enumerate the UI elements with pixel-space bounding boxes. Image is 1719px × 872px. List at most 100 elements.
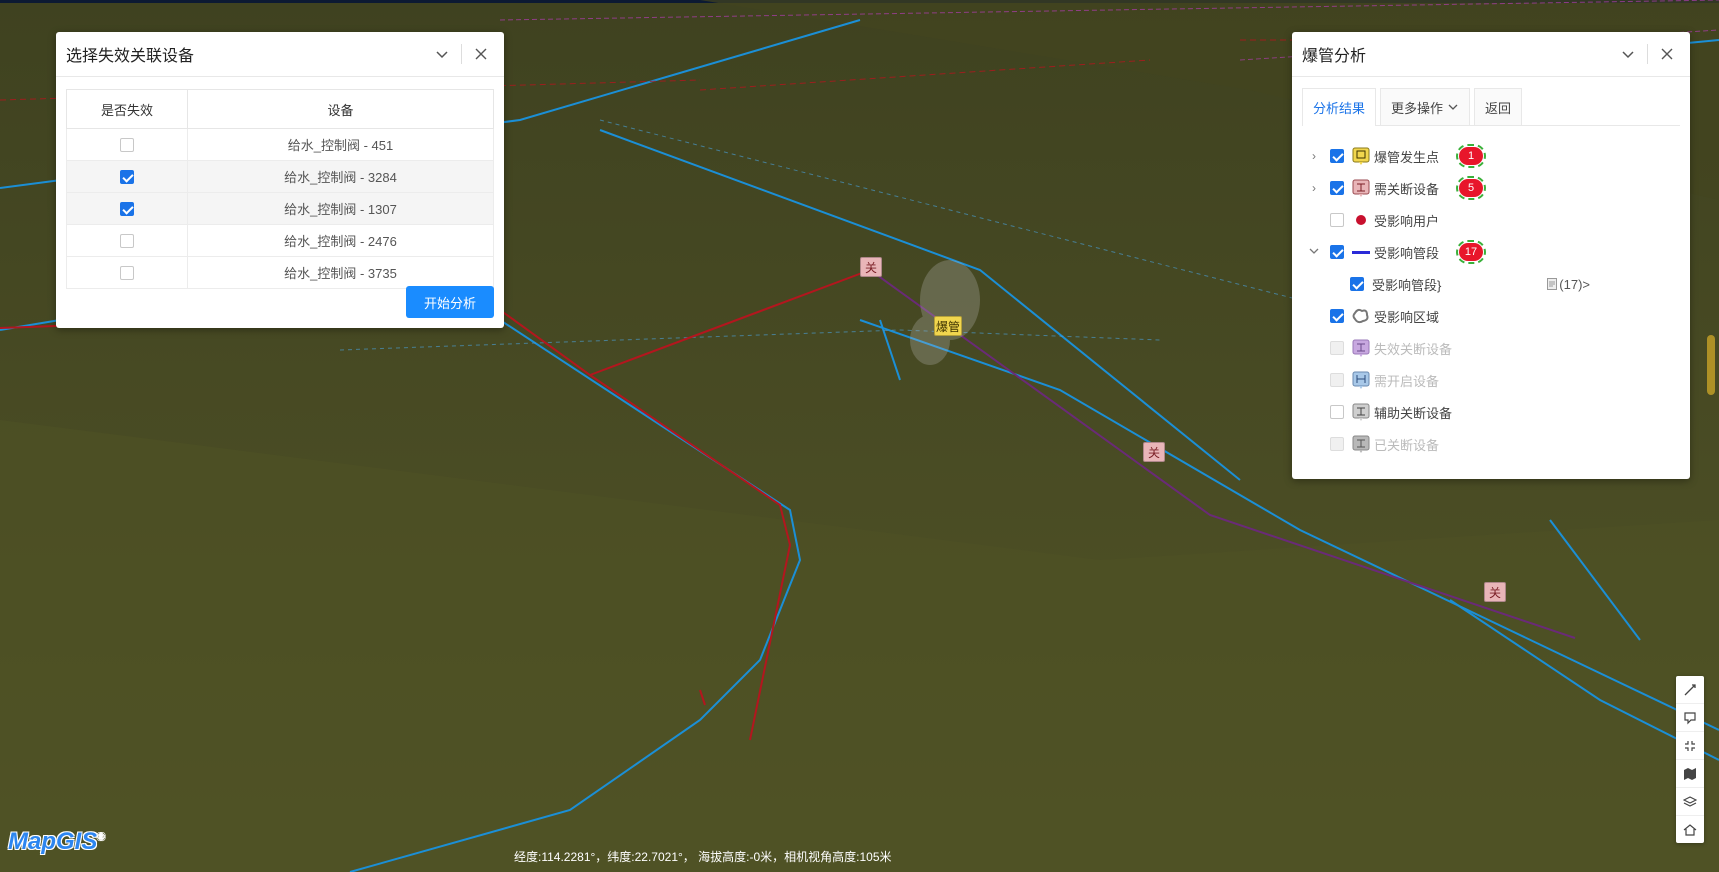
table-row: 给水_控制阀 - 3284: [66, 160, 494, 193]
open-valve-icon: [1352, 371, 1370, 389]
result-tree: › 爆管发生点 1 › 需关断设备 5 受影响用户 受影响管段 17 受影响管段…: [1292, 140, 1690, 460]
coordinate-status: 经度:114.2281°，纬度:22.7021°， 海拔高度:-0米，相机视角高…: [514, 850, 892, 864]
device-cell: 给水_控制阀 - 1307: [187, 192, 494, 225]
panel-header: 爆管分析: [1292, 32, 1690, 77]
sub-count-value: (17)>: [1559, 276, 1590, 292]
tree-item-close-devices[interactable]: › 需关断设备 5: [1292, 172, 1690, 204]
collapse-icon[interactable]: [429, 41, 455, 67]
expand-icon[interactable]: ›: [1304, 149, 1324, 163]
map-icon[interactable]: [1676, 760, 1704, 788]
close-icon[interactable]: [1654, 41, 1680, 67]
table-row: 给水_控制阀 - 451: [66, 128, 494, 161]
map-toolbar: [1676, 676, 1704, 843]
device-table: 是否失效 设备 给水_控制阀 - 451 给水_控制阀 - 3284 给水_控制…: [66, 89, 494, 289]
tab-more-actions[interactable]: 更多操作: [1380, 88, 1471, 125]
burst-marker[interactable]: 爆管: [934, 316, 962, 336]
failed-checkbox[interactable]: [120, 266, 134, 281]
expand-icon[interactable]: ›: [1304, 181, 1324, 195]
aux-valve-icon: [1352, 403, 1370, 421]
closed-valve-icon: [1352, 435, 1370, 453]
failed-checkbox[interactable]: [120, 170, 134, 185]
tree-item-affected-pipes[interactable]: 受影响管段 17: [1292, 236, 1690, 268]
layer-checkbox[interactable]: [1330, 405, 1344, 419]
tree-item-open-devices[interactable]: 需开启设备: [1292, 364, 1690, 396]
home-icon[interactable]: [1676, 816, 1704, 843]
tab-label: 更多操作: [1391, 100, 1444, 116]
col-device-header: 设备: [187, 89, 494, 129]
annotate-icon[interactable]: [1676, 704, 1704, 732]
device-cell: 给水_控制阀 - 3284: [187, 160, 494, 193]
table-row: 给水_控制阀 - 1307: [66, 192, 494, 225]
failed-checkbox[interactable]: [120, 138, 134, 153]
tab-analysis-result[interactable]: 分析结果: [1302, 88, 1377, 126]
burst-point-icon: [1352, 147, 1370, 165]
tree-item-label: 受影响区域: [1374, 309, 1440, 325]
tree-item-label: 已关断设备: [1374, 437, 1440, 453]
layer-checkbox[interactable]: [1330, 437, 1344, 451]
layer-checkbox[interactable]: [1350, 277, 1364, 291]
count-badge: 5: [1456, 176, 1487, 200]
layer-checkbox[interactable]: [1330, 373, 1344, 387]
device-cell: 给水_控制阀 - 451: [187, 128, 494, 161]
collapse-tree-icon[interactable]: [1304, 245, 1324, 259]
mapgis-logo: MapGIS®: [8, 828, 105, 856]
burst-analysis-panel: 爆管分析 分析结果 更多操作 返回 › 爆管发生点 1 › 需关断设备 5 受影…: [1292, 32, 1690, 479]
panel-title: 选择失效关联设备: [66, 48, 195, 65]
tree-item-label: 受影响用户: [1374, 213, 1440, 229]
logo-registered-mark: ®: [97, 832, 105, 843]
fullscreen-icon[interactable]: [1676, 732, 1704, 760]
user-dot-icon: [1352, 211, 1370, 229]
close-icon[interactable]: [468, 41, 494, 67]
tree-item-burst-point[interactable]: › 爆管发生点 1: [1292, 140, 1690, 172]
failed-valve-icon: [1352, 339, 1370, 357]
tree-item-failed-devices[interactable]: 失效关断设备: [1292, 332, 1690, 364]
tree-subitem-affected-pipes[interactable]: 受影响管段} (17)>: [1292, 268, 1690, 300]
tree-item-label: 失效关断设备: [1374, 341, 1453, 357]
tree-item-aux-devices[interactable]: 辅助关断设备: [1292, 396, 1690, 428]
tree-item-label: 需开启设备: [1374, 373, 1440, 389]
valve-marker[interactable]: 关: [860, 257, 882, 277]
layer-checkbox[interactable]: [1330, 341, 1344, 355]
chevron-down-icon: [1448, 104, 1458, 110]
select-failed-devices-panel: 选择失效关联设备 是否失效 设备 给水_控制阀 - 451 给水_控制阀 - 3…: [56, 32, 504, 328]
start-analysis-button[interactable]: 开始分析: [406, 286, 494, 318]
scroll-handle[interactable]: [1707, 335, 1715, 395]
layer-checkbox[interactable]: [1330, 149, 1344, 163]
table-row: 给水_控制阀 - 2476: [66, 224, 494, 257]
count-badge: 17: [1456, 240, 1487, 264]
tree-item-label: 辅助关断设备: [1374, 405, 1453, 421]
pipe-line-icon: [1352, 243, 1370, 261]
tab-back[interactable]: 返回: [1474, 88, 1523, 125]
layer-checkbox[interactable]: [1330, 309, 1344, 323]
layer-checkbox[interactable]: [1330, 245, 1344, 259]
area-icon: [1352, 307, 1370, 325]
header-divider: [1647, 44, 1648, 64]
tree-item-label: 爆管发生点: [1374, 149, 1440, 165]
document-icon: [1547, 278, 1558, 290]
device-cell: 给水_控制阀 - 3735: [187, 256, 494, 289]
tree-item-affected-area[interactable]: 受影响区域: [1292, 300, 1690, 332]
tree-item-label: 受影响管段}: [1372, 277, 1442, 293]
tree-item-closed-devices[interactable]: 已关断设备: [1292, 428, 1690, 460]
valve-close-icon: [1352, 179, 1370, 197]
tab-bar: 分析结果 更多操作 返回: [1302, 87, 1680, 126]
table-row: 给水_控制阀 - 3735: [66, 256, 494, 289]
failed-checkbox[interactable]: [120, 202, 134, 217]
layer-checkbox[interactable]: [1330, 181, 1344, 195]
measure-icon[interactable]: [1676, 676, 1704, 704]
tree-item-affected-users[interactable]: 受影响用户: [1292, 204, 1690, 236]
valve-marker[interactable]: 关: [1143, 442, 1165, 462]
panel-title: 爆管分析: [1302, 48, 1367, 65]
tree-item-label: 需关断设备: [1374, 181, 1440, 197]
layers-icon[interactable]: [1676, 788, 1704, 816]
failed-checkbox[interactable]: [120, 234, 134, 249]
col-failed-header: 是否失效: [66, 89, 188, 129]
valve-marker[interactable]: 关: [1484, 582, 1506, 602]
layer-checkbox[interactable]: [1330, 213, 1344, 227]
device-cell: 给水_控制阀 - 2476: [187, 224, 494, 257]
count-badge: 1: [1456, 144, 1487, 168]
sub-count[interactable]: (17)>: [1547, 277, 1590, 292]
collapse-icon[interactable]: [1615, 41, 1641, 67]
header-divider: [461, 44, 462, 64]
tree-item-label: 受影响管段: [1374, 245, 1440, 261]
